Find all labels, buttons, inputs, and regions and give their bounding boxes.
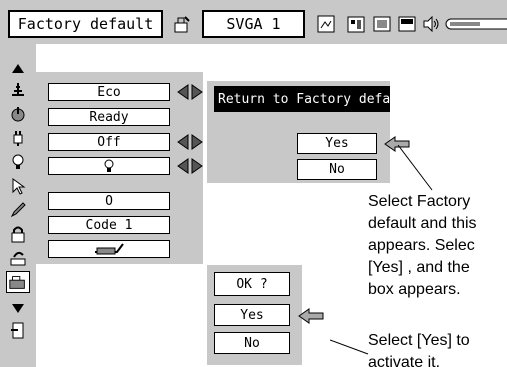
standby-value[interactable]: Ready: [48, 108, 170, 126]
page-title: Factory default: [8, 10, 163, 38]
factory-default-icon[interactable]: [6, 271, 30, 293]
lock-value[interactable]: [48, 240, 170, 258]
lamp-value[interactable]: [48, 157, 170, 175]
callout-text-2: Select [Yes] to activate it.: [368, 332, 470, 367]
input-source-label: SVGA 1: [202, 10, 305, 38]
lamp-mode-icon[interactable]: [9, 81, 27, 99]
pointer-value[interactable]: O: [48, 192, 170, 210]
left-right-arrows-icon[interactable]: [177, 158, 203, 174]
pointer-icon[interactable]: [9, 177, 27, 195]
pointer-arrow-icon: [298, 308, 324, 324]
left-right-arrows-icon[interactable]: [177, 84, 203, 100]
down-arrow-icon[interactable]: [9, 299, 27, 317]
lamp-icon[interactable]: [9, 153, 27, 171]
standby-icon[interactable]: [9, 105, 27, 123]
adjust-icon[interactable]: [172, 14, 192, 34]
left-right-arrows-icon[interactable]: [177, 134, 203, 150]
lamp-icon: [104, 159, 114, 172]
exit-icon[interactable]: [9, 321, 27, 339]
screen-icon[interactable]: [372, 14, 392, 34]
lock-icon[interactable]: [9, 225, 27, 243]
pen-icon[interactable]: [9, 201, 27, 219]
ok-no-button[interactable]: No: [214, 332, 290, 354]
ok-yes-button[interactable]: Yes: [214, 304, 290, 326]
power-management-icon[interactable]: [9, 129, 27, 147]
remote-control-icon: [95, 243, 124, 255]
counter-reset-icon[interactable]: [9, 249, 27, 267]
screen-size-icon[interactable]: [397, 14, 417, 34]
callout-text-1: Select Factory default and this appears.…: [368, 193, 477, 298]
power-management-value[interactable]: Off: [48, 133, 170, 151]
image-icon[interactable]: [316, 14, 336, 34]
lamp-mode-value[interactable]: Eco: [48, 83, 170, 101]
pc-adjust-icon[interactable]: [346, 14, 366, 34]
callout-line-2: [330, 339, 369, 355]
ok-dialog-title: OK ?: [214, 272, 290, 296]
yes-button[interactable]: Yes: [297, 133, 377, 154]
slider-icon[interactable]: [444, 14, 507, 34]
factory-default-dialog-title: Return to Factory default ?: [214, 86, 429, 112]
speaker-icon[interactable]: [421, 14, 441, 34]
no-button[interactable]: No: [297, 159, 377, 180]
up-arrow-icon[interactable]: [9, 60, 27, 78]
security-code-value[interactable]: Code 1: [48, 216, 170, 234]
